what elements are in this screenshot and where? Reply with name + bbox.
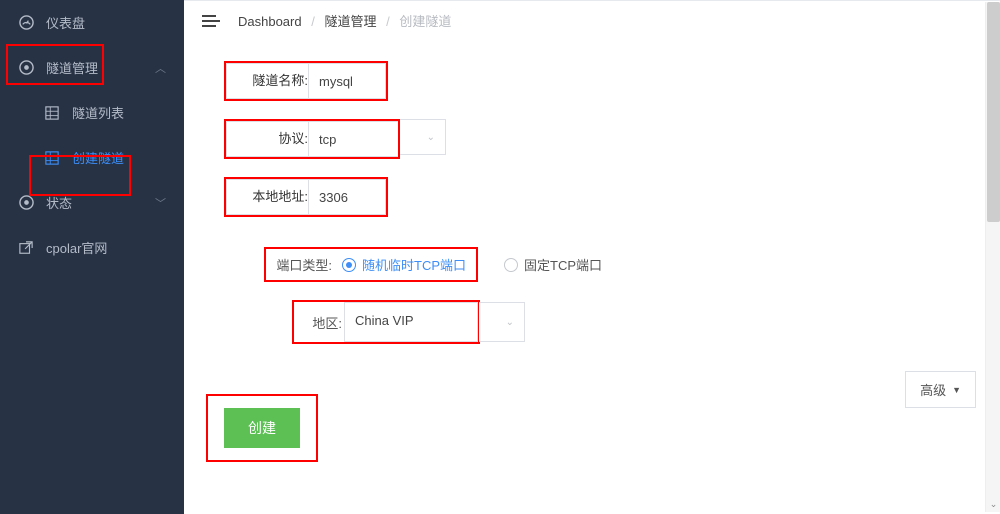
protocol-select-value[interactable]: tcp [308, 121, 398, 157]
row-protocol: 协议: tcp ⌄ [224, 119, 970, 159]
protocol-select-arrow-box[interactable]: ⌄ [400, 119, 446, 155]
sidebar-item-dashboard[interactable]: 仪表盘 [0, 0, 184, 45]
scrollbar-vertical[interactable]: ⌄ [985, 2, 1000, 512]
chevron-down-icon: ﹀ [155, 195, 166, 211]
sidebar-item-cpolar-site[interactable]: cpolar官网 [0, 225, 184, 270]
breadcrumb-sep: / [386, 14, 390, 29]
breadcrumb-mid[interactable]: 隧道管理 [324, 14, 376, 29]
region-value: China VIP [355, 313, 414, 328]
name-label: 隧道名称: [226, 63, 308, 99]
protocol-value: tcp [319, 132, 336, 147]
chevron-down-icon: ⌄ [427, 132, 435, 143]
breadcrumb-sep: / [311, 14, 315, 29]
row-tunnel-name: 隧道名称: [224, 61, 970, 101]
menu-toggle-icon[interactable] [202, 15, 220, 27]
sidebar-item-label: cpolar官网 [46, 238, 107, 257]
address-label: 本地地址: [226, 179, 308, 215]
region-select-arrow-box[interactable]: ⌄ [479, 302, 525, 342]
highlight-tunnel-manage [6, 44, 104, 85]
row-region: 地区: China VIP ⌄ [292, 300, 970, 344]
tunnel-name-input[interactable] [308, 63, 386, 99]
submit-wrap: 创建 [206, 394, 970, 462]
protocol-label: 协议: [226, 121, 308, 157]
sidebar-item-tunnel-list[interactable]: 隧道列表 [26, 90, 184, 135]
radio-fixed-port[interactable]: 固定TCP端口 [504, 255, 602, 274]
breadcrumb-current: 创建隧道 [399, 14, 451, 29]
caret-down-icon: ▼ [952, 385, 961, 395]
region-select-value[interactable]: China VIP [344, 302, 478, 342]
highlight-create-tunnel [29, 155, 131, 196]
create-button[interactable]: 创建 [224, 408, 300, 448]
scrollbar-thumb[interactable] [987, 2, 1000, 222]
radio-circle [504, 258, 518, 272]
row-local-address: 本地地址: [224, 177, 970, 217]
radio-label: 固定TCP端口 [524, 255, 602, 274]
region-label: 地区: [300, 313, 342, 332]
grid-icon [44, 105, 60, 121]
tunnel-form: 隧道名称: 协议: tcp ⌄ 本地地址: [184, 41, 1000, 462]
local-address-input[interactable] [308, 179, 386, 215]
chevron-up-icon: ︿ [155, 60, 166, 76]
port-type-label: 端口类型: [272, 255, 332, 274]
dashboard-icon [18, 15, 34, 31]
breadcrumb: Dashboard / 隧道管理 / 创建隧道 [238, 11, 451, 30]
radio-circle-checked [342, 258, 356, 272]
header: Dashboard / 隧道管理 / 创建隧道 [184, 1, 1000, 41]
target-icon [18, 195, 34, 211]
row-port-type: 端口类型: 随机临时TCP端口 固定TCP端口 [264, 247, 970, 282]
scrollbar-arrow-down[interactable]: ⌄ [986, 497, 1000, 512]
radio-random-port[interactable]: 随机临时TCP端口 [342, 255, 466, 274]
advanced-label: 高级 [920, 380, 946, 399]
sidebar-item-label: 仪表盘 [46, 13, 85, 32]
chevron-down-icon: ⌄ [506, 317, 514, 328]
main-content: Dashboard / 隧道管理 / 创建隧道 隧道名称: 协议: tcp [184, 0, 1000, 514]
radio-label: 随机临时TCP端口 [362, 255, 466, 274]
sidebar-item-label: 隧道列表 [72, 103, 124, 122]
advanced-button[interactable]: 高级 ▼ [905, 371, 976, 408]
external-icon [18, 240, 34, 256]
breadcrumb-root[interactable]: Dashboard [238, 14, 302, 29]
sidebar: 仪表盘 隧道管理 ︿ 隧道列表 创建隧道 [0, 0, 184, 514]
